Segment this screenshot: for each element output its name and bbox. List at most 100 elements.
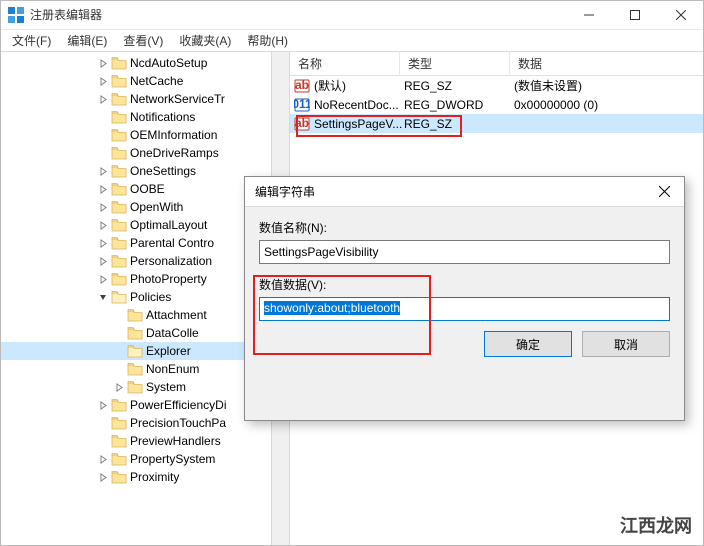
expander-icon[interactable]: [96, 398, 110, 412]
expander-icon[interactable]: [112, 326, 126, 340]
tree-label: OpenWith: [130, 200, 183, 214]
regedit-app-icon: [8, 7, 24, 23]
dialog-titlebar: 编辑字符串: [245, 177, 684, 207]
menu-help[interactable]: 帮助(H): [239, 30, 296, 51]
maximize-button[interactable]: [612, 0, 658, 30]
tree-node[interactable]: OEMInformation: [0, 126, 289, 144]
expander-icon[interactable]: [96, 128, 110, 142]
tree-label: Policies: [130, 290, 171, 304]
value-row[interactable]: 011NoRecentDoc...REG_DWORD0x00000000 (0): [290, 95, 704, 114]
expander-icon[interactable]: [112, 308, 126, 322]
expander-icon[interactable]: [96, 434, 110, 448]
expander-icon[interactable]: [112, 362, 126, 376]
tree-node[interactable]: PropertySystem: [0, 450, 289, 468]
string-value-icon: ab: [294, 116, 310, 132]
tree-label: NonEnum: [146, 362, 199, 376]
expander-icon[interactable]: [96, 56, 110, 70]
tree-label: DataColle: [146, 326, 199, 340]
expander-icon[interactable]: [96, 218, 110, 232]
value-data: 0x00000000 (0): [514, 98, 704, 112]
tree-node[interactable]: OneDriveRamps: [0, 144, 289, 162]
folder-icon: [111, 74, 127, 88]
folder-icon: [111, 470, 127, 484]
tree-label: OOBE: [130, 182, 165, 196]
expander-icon[interactable]: [96, 254, 110, 268]
value-row[interactable]: ab(默认)REG_SZ(数值未设置): [290, 76, 704, 95]
expander-icon[interactable]: [96, 272, 110, 286]
tree-label: Explorer: [146, 344, 191, 358]
tree-label: PreviewHandlers: [130, 434, 221, 448]
window-titlebar: 注册表编辑器: [0, 0, 704, 30]
column-data[interactable]: 数据: [510, 51, 704, 76]
tree-node[interactable]: Proximity: [0, 468, 289, 486]
value-data-text: showonly:about;bluetooth: [264, 301, 400, 315]
expander-icon[interactable]: [96, 416, 110, 430]
menu-favorites[interactable]: 收藏夹(A): [171, 30, 239, 51]
expander-icon[interactable]: [112, 344, 126, 358]
column-name[interactable]: 名称: [290, 51, 400, 76]
tree-label: System: [146, 380, 186, 394]
expander-icon[interactable]: [96, 182, 110, 196]
tree-label: Personalization: [130, 254, 212, 268]
folder-icon: [111, 110, 127, 124]
minimize-button[interactable]: [566, 0, 612, 30]
close-button[interactable]: [658, 0, 704, 30]
tree-label: NetCache: [130, 74, 183, 88]
expander-icon[interactable]: [96, 146, 110, 160]
value-type: REG_DWORD: [404, 98, 514, 112]
expander-icon[interactable]: [96, 200, 110, 214]
tree-label: Parental Contro: [130, 236, 214, 250]
folder-icon: [111, 200, 127, 214]
expander-icon[interactable]: [96, 92, 110, 106]
value-name: SettingsPageV...: [314, 117, 404, 131]
dialog-close-button[interactable]: [644, 177, 684, 207]
tree-label: NetworkServiceTr: [130, 92, 225, 106]
menu-file[interactable]: 文件(F): [4, 30, 59, 51]
tree-node[interactable]: Notifications: [0, 108, 289, 126]
tree-node[interactable]: NetCache: [0, 72, 289, 90]
window-title: 注册表编辑器: [30, 6, 566, 23]
menu-edit[interactable]: 编辑(E): [59, 30, 115, 51]
tree-node[interactable]: NetworkServiceTr: [0, 90, 289, 108]
folder-icon: [111, 218, 127, 232]
svg-text:011: 011: [294, 97, 310, 111]
expander-icon[interactable]: [96, 110, 110, 124]
tree-label: OEMInformation: [130, 128, 217, 142]
value-name-label: 数值名称(N):: [259, 219, 670, 236]
tree-label: OptimalLayout: [130, 218, 207, 232]
value-name: (默认): [314, 77, 404, 94]
tree-label: Notifications: [130, 110, 195, 124]
column-type[interactable]: 类型: [400, 51, 510, 76]
edit-string-dialog: 编辑字符串 数值名称(N): 数值数据(V): showonly:about;b…: [244, 176, 685, 421]
tree-label: Attachment: [146, 308, 207, 322]
tree-node[interactable]: NcdAutoSetup: [0, 54, 289, 72]
folder-icon: [127, 326, 143, 340]
svg-text:ab: ab: [295, 78, 309, 92]
cancel-button[interactable]: 取消: [582, 331, 670, 357]
expander-icon[interactable]: [112, 380, 126, 394]
folder-icon: [111, 254, 127, 268]
expander-icon[interactable]: [96, 236, 110, 250]
value-type: REG_SZ: [404, 79, 514, 93]
values-list[interactable]: ab(默认)REG_SZ(数值未设置)011NoRecentDoc...REG_…: [290, 76, 704, 133]
folder-icon: [111, 182, 127, 196]
expander-icon[interactable]: [96, 164, 110, 178]
menu-view[interactable]: 查看(V): [115, 30, 171, 51]
expander-icon[interactable]: [96, 452, 110, 466]
folder-icon: [111, 92, 127, 106]
value-type: REG_SZ: [404, 117, 514, 131]
expander-icon[interactable]: [96, 470, 110, 484]
tree-node[interactable]: PreviewHandlers: [0, 432, 289, 450]
folder-icon: [127, 344, 143, 358]
tree-label: OneDriveRamps: [130, 146, 219, 160]
expander-icon[interactable]: [96, 290, 110, 304]
value-data-input[interactable]: showonly:about;bluetooth: [259, 297, 670, 321]
folder-icon: [127, 380, 143, 394]
folder-icon: [127, 362, 143, 376]
value-name-input[interactable]: [259, 240, 670, 264]
ok-button[interactable]: 确定: [484, 331, 572, 357]
folder-icon: [111, 398, 127, 412]
folder-icon: [111, 452, 127, 466]
value-row[interactable]: ab SettingsPageV...REG_SZ: [290, 114, 704, 133]
expander-icon[interactable]: [96, 74, 110, 88]
